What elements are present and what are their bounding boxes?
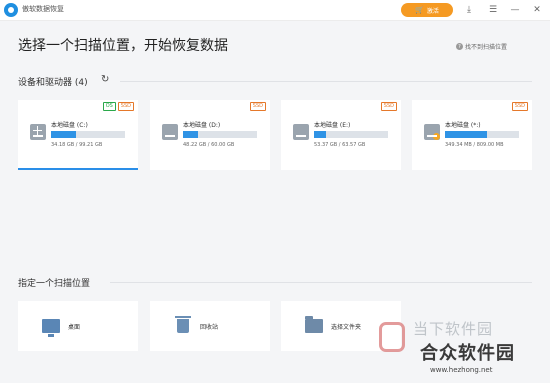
- drive-size: 53.37 GB / 63.57 GB: [314, 142, 366, 148]
- drive-card-unknown[interactable]: SSD 本地磁盘 (*:) 349.34 MB / 809.00 MB: [412, 100, 532, 170]
- folder-icon: [305, 316, 323, 333]
- hard-drive-icon: [293, 124, 309, 140]
- drive-usage-bar: [51, 131, 125, 138]
- drive-card-c[interactable]: OS SSD 本地磁盘 (C:) 34.18 GB / 99.21 GB: [18, 100, 138, 170]
- watermark-text: 合众软件园: [420, 343, 515, 364]
- watermark-logo: [379, 322, 405, 352]
- minimize-icon[interactable]: —: [508, 3, 522, 17]
- ssd-badge: SSD: [117, 102, 134, 111]
- ssd-badge: SSD: [249, 102, 266, 111]
- activate-button-label: 激活: [426, 7, 439, 15]
- os-badge: OS: [102, 102, 116, 111]
- watermark-text: 当下软件园: [413, 320, 494, 338]
- refresh-icon[interactable]: ↻: [101, 74, 109, 85]
- ssd-badge: SSD: [511, 102, 528, 111]
- desktop-icon: [42, 319, 60, 337]
- help-icon: ?: [456, 43, 463, 50]
- location-label: 桌面: [68, 323, 81, 331]
- section-divider: [120, 81, 532, 82]
- recycle-bin-icon: [175, 316, 191, 333]
- drive-size: 48.22 GB / 60.00 GB: [183, 142, 235, 148]
- drive-usage-bar: [445, 131, 519, 138]
- devices-section-title: 设备和驱动器 (4): [18, 78, 88, 88]
- section-divider: [110, 282, 532, 283]
- menu-icon[interactable]: ☰: [486, 3, 500, 17]
- app-logo-icon: [4, 3, 18, 17]
- locations-section-title: 指定一个扫描位置: [18, 279, 91, 289]
- drive-size: 349.34 MB / 809.00 MB: [445, 142, 504, 148]
- app-title: 傲软数据恢复: [22, 5, 64, 13]
- close-icon[interactable]: ✕: [530, 3, 544, 17]
- location-label: 选择文件夹: [331, 323, 362, 331]
- activate-button[interactable]: 🛒 激活: [401, 3, 453, 17]
- cant-find-location-link[interactable]: ? 找不到扫描位置: [456, 42, 507, 51]
- help-link-label: 找不到扫描位置: [465, 44, 508, 51]
- drive-card-d[interactable]: SSD 本地磁盘 (D:) 48.22 GB / 60.00 GB: [150, 100, 270, 170]
- page-title: 选择一个扫描位置，开始恢复数据: [18, 38, 228, 54]
- download-icon[interactable]: ⤓: [462, 3, 476, 17]
- drive-name: 本地磁盘 (E:): [314, 122, 351, 129]
- watermark-url: www.hezhong.net: [430, 366, 493, 374]
- ssd-badge: SSD: [380, 102, 397, 111]
- drive-name: 本地磁盘 (C:): [51, 122, 88, 129]
- drive-name: 本地磁盘 (*:): [445, 122, 481, 129]
- title-bar: 傲软数据恢复 🛒 激活 ⤓ ☰ — ✕: [0, 0, 550, 21]
- drive-usage-bar: [183, 131, 257, 138]
- drive-card-e[interactable]: SSD 本地磁盘 (E:) 53.37 GB / 63.57 GB: [281, 100, 401, 170]
- location-desktop[interactable]: 桌面: [18, 301, 138, 351]
- location-recycle-bin[interactable]: 回收站: [150, 301, 270, 351]
- drive-usage-bar: [314, 131, 388, 138]
- hard-drive-icon: [162, 124, 178, 140]
- windows-drive-icon: [30, 124, 46, 140]
- cart-icon: 🛒: [415, 6, 424, 14]
- hard-drive-warning-icon: [424, 124, 440, 140]
- drive-name: 本地磁盘 (D:): [183, 122, 221, 129]
- drive-size: 34.18 GB / 99.21 GB: [51, 142, 103, 148]
- location-label: 回收站: [200, 323, 219, 331]
